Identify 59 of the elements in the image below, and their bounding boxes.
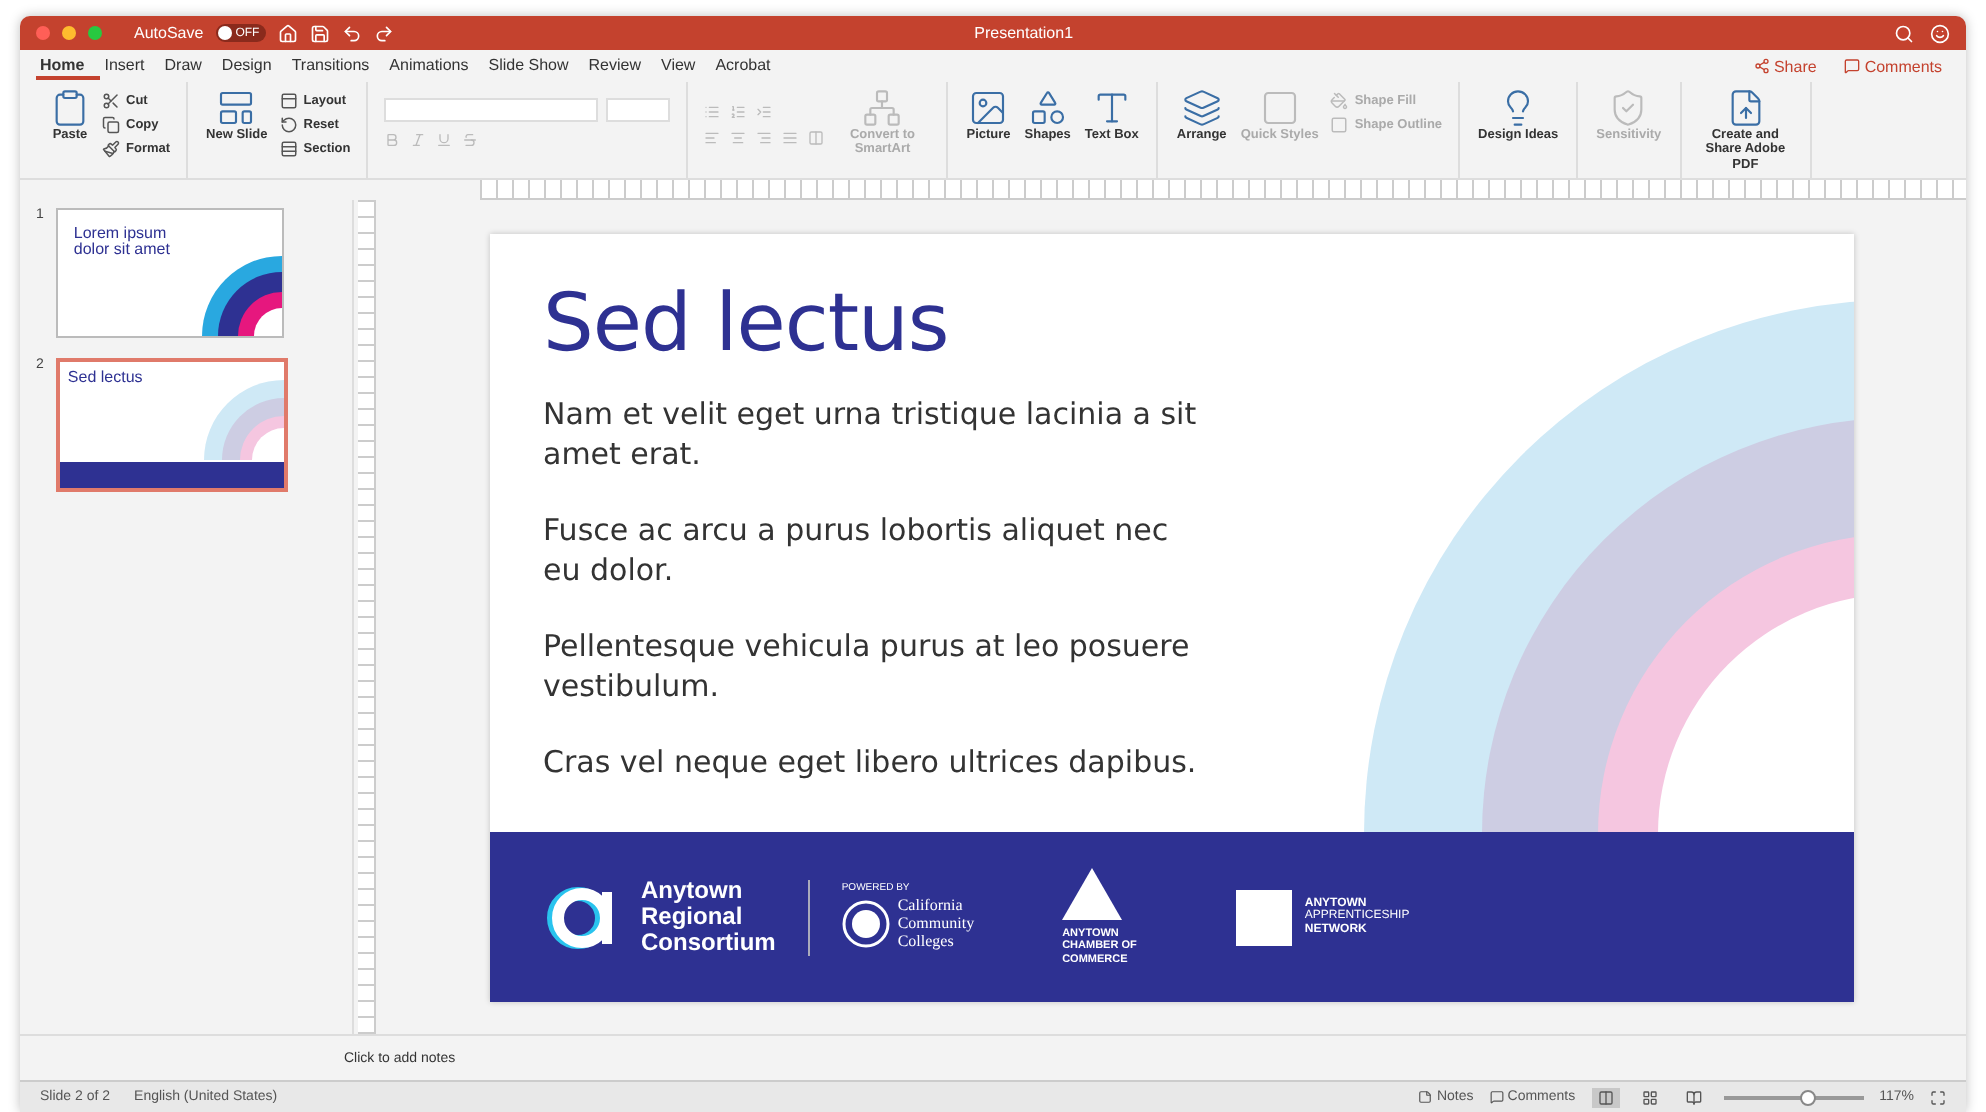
ribbon-tab[interactable]: Design: [217, 53, 288, 79]
ribbon-tab[interactable]: View: [657, 53, 712, 79]
fit-icon[interactable]: [1930, 1089, 1946, 1105]
picture-icon: [968, 88, 1009, 128]
paint-bucket-icon: [1330, 92, 1349, 110]
paintbrush-icon: [102, 140, 120, 158]
layout-icon: [279, 92, 298, 110]
window-title: Presentation1: [974, 24, 1074, 42]
undo-icon[interactable]: [341, 23, 362, 43]
letter-a-logo-icon: [545, 883, 613, 951]
shapes-icon: [1027, 88, 1068, 128]
section-icon: [279, 140, 298, 158]
slide-paragraph: Nam et velit eget urna tristique lacinia a sit amet erat.: [543, 394, 1199, 474]
ribbon-tab[interactable]: Insert: [100, 53, 161, 79]
speech-bubble-icon: [1844, 58, 1861, 74]
close-button[interactable]: [36, 26, 50, 40]
speech-bubble-icon: [1489, 1090, 1504, 1104]
clipboard-icon: [50, 88, 90, 128]
triangle-logo-icon: [1062, 868, 1123, 921]
ribbon-tab[interactable]: Transitions: [287, 53, 386, 79]
ribbon-tab[interactable]: Slide Show: [484, 53, 585, 79]
square-icon: [1259, 88, 1300, 128]
seal-icon: [841, 900, 890, 949]
ribbon-tab[interactable]: Acrobat: [711, 53, 787, 79]
layers-icon: [1181, 88, 1222, 128]
slide-paragraph: Pellentesque vehicula purus at leo posuere vestibulum.: [543, 626, 1192, 706]
comments-button[interactable]: Comments: [1836, 57, 1950, 75]
consortium-name: Anytown Regional Consortium: [641, 877, 776, 957]
ribbon-tab[interactable]: Animations: [385, 53, 485, 79]
slide-thumbnail[interactable]: Sed lectus: [55, 358, 288, 492]
ribbon-tab[interactable]: Home: [36, 53, 101, 79]
slide-paragraph: Cras vel neque eget libero ultrices dapibus.: [543, 742, 1199, 782]
home-icon[interactable]: [277, 23, 298, 43]
square-logo-icon: [1236, 889, 1293, 945]
zoom-button[interactable]: [88, 26, 102, 40]
college-name: California Community Colleges: [897, 898, 975, 952]
slide-layout-icon: [216, 88, 257, 128]
save-icon[interactable]: [309, 23, 330, 43]
slide-paragraph: Fusce ac arcu a purus lobortis aliquet nec eu dolor.: [543, 510, 1171, 590]
ribbon-tab[interactable]: Review: [584, 53, 657, 79]
reset-icon: [279, 116, 298, 134]
copy-icon: [102, 116, 120, 134]
scissors-icon: [102, 92, 120, 110]
diagram-icon: [862, 88, 903, 128]
smiley-icon[interactable]: [1930, 23, 1950, 43]
ribbon-tab[interactable]: Draw: [160, 53, 218, 79]
minimize-button[interactable]: [62, 26, 76, 40]
square-icon: [1330, 116, 1349, 134]
autosave-label: AutoSave: [134, 24, 204, 42]
slide-thumbnail[interactable]: Lorem ipsum dolor sit amet: [55, 208, 284, 338]
search-icon[interactable]: [1894, 23, 1914, 43]
view-button[interactable]: [1591, 1087, 1620, 1107]
slide-title: Sed lectus: [543, 278, 951, 370]
thumbnail-title: Sed lectus: [65, 366, 145, 386]
share-icon: [1753, 58, 1770, 74]
redo-icon[interactable]: [373, 23, 394, 43]
share-button[interactable]: Share: [1745, 57, 1825, 75]
thumbnail-title: Lorem ipsum dolor sit amet: [71, 222, 172, 258]
note-icon: [1418, 1090, 1433, 1104]
